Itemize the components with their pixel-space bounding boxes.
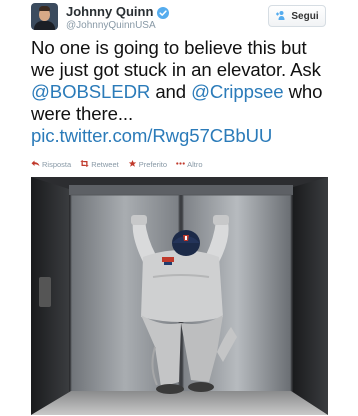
follow-button[interactable]: Segui bbox=[268, 5, 326, 27]
more-action[interactable]: Altro bbox=[176, 160, 202, 169]
tweet-actions: Risposta Retweet Preferito Altro bbox=[31, 160, 202, 169]
author-handle[interactable]: @JohnnyQuinnUSA bbox=[66, 20, 156, 31]
more-label: Altro bbox=[187, 160, 203, 169]
more-icon bbox=[176, 160, 185, 169]
elevator-photo-illustration bbox=[31, 177, 328, 415]
follow-button-label: Segui bbox=[291, 10, 319, 22]
retweet-icon bbox=[80, 160, 89, 169]
author-display-name[interactable]: Johnny Quinn bbox=[66, 4, 153, 19]
reply-label: Risposta bbox=[42, 160, 72, 169]
tweet-photo[interactable] bbox=[31, 177, 328, 415]
star-icon bbox=[128, 160, 137, 169]
favorite-action[interactable]: Preferito bbox=[128, 160, 167, 169]
tweet-line-3: @BOBSLEDR and @Crippsee who bbox=[31, 81, 351, 103]
tweet-line-1: No one is going to believe this but bbox=[31, 37, 307, 58]
follow-user-icon bbox=[275, 10, 287, 23]
tweet-line-2: we just got stuck in an elevator. Ask bbox=[31, 59, 321, 80]
mention-bobsledr[interactable]: @BOBSLEDR bbox=[31, 81, 150, 102]
author-name-row: Johnny Quinn bbox=[66, 4, 170, 19]
verified-badge-icon bbox=[157, 6, 170, 19]
tweet-text: No one is going to believe this but we j… bbox=[31, 37, 351, 147]
author-avatar[interactable] bbox=[31, 3, 58, 30]
mention-crippsee[interactable]: @Crippsee bbox=[191, 81, 283, 102]
tweet-photo-link[interactable]: pic.twitter.com/Rwg57CBbUU bbox=[31, 125, 351, 147]
tweet-and-text: and bbox=[150, 81, 192, 102]
reply-action[interactable]: Risposta bbox=[31, 160, 71, 169]
reply-icon bbox=[31, 160, 40, 169]
retweet-label: Retweet bbox=[91, 160, 119, 169]
favorite-label: Preferito bbox=[138, 160, 168, 169]
tweet-who-text: who bbox=[283, 81, 323, 102]
tweet-line-4: were there... bbox=[31, 103, 134, 124]
retweet-action[interactable]: Retweet bbox=[80, 160, 119, 169]
